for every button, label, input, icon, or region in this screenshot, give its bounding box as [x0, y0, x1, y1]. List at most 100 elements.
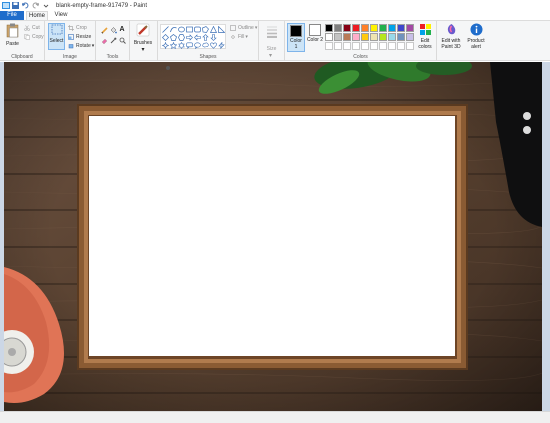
- palette-swatch[interactable]: [325, 33, 333, 41]
- palette-swatch[interactable]: [388, 42, 396, 50]
- select-icon: [51, 24, 62, 35]
- crop-button[interactable]: Crop: [67, 24, 87, 32]
- palette-swatch[interactable]: [334, 42, 342, 50]
- palette-swatch[interactable]: [406, 42, 414, 50]
- canvas-workspace: [0, 62, 550, 423]
- palette-swatch[interactable]: [343, 33, 351, 41]
- shape-triangle-icon[interactable]: [209, 25, 217, 33]
- palette-swatch[interactable]: [361, 24, 369, 32]
- copy-button[interactable]: Copy: [23, 33, 44, 41]
- paste-button[interactable]: Paste: [4, 23, 21, 49]
- rotate-icon: [67, 43, 74, 50]
- shape-five-point-star-icon[interactable]: [169, 41, 177, 49]
- shape-six-point-star-icon[interactable]: [177, 41, 185, 49]
- palette-swatch[interactable]: [370, 42, 378, 50]
- color1-button[interactable]: Color 1: [287, 23, 305, 52]
- color-picker-icon[interactable]: [109, 36, 117, 44]
- shape-right-arrow-icon[interactable]: [185, 33, 193, 41]
- shape-rounded-callout-icon[interactable]: [185, 41, 193, 49]
- palette-swatch[interactable]: [379, 24, 387, 32]
- customize-quick-access-icon[interactable]: [41, 2, 50, 10]
- eraser-icon[interactable]: [100, 36, 108, 44]
- text-tool[interactable]: A: [118, 25, 126, 33]
- shape-right-triangle-icon[interactable]: [217, 25, 225, 33]
- shape-four-point-star-icon[interactable]: [161, 41, 169, 49]
- fill-bucket-icon[interactable]: [109, 26, 117, 34]
- shape-left-arrow-icon[interactable]: [193, 33, 201, 41]
- palette-swatch[interactable]: [379, 42, 387, 50]
- palette-swatch[interactable]: [334, 24, 342, 32]
- cut-button[interactable]: Cut: [23, 24, 40, 32]
- rotate-label: Rotate: [76, 43, 91, 49]
- palette-swatch[interactable]: [343, 24, 351, 32]
- pencil-icon[interactable]: [100, 26, 108, 34]
- palette-swatch[interactable]: [406, 33, 414, 41]
- outline-chevron-down-icon: ▾: [254, 25, 258, 31]
- fill-button[interactable]: Fill ▾: [229, 33, 248, 41]
- shape-line-icon[interactable]: [161, 25, 169, 33]
- outline-button[interactable]: Outline ▾: [229, 24, 257, 32]
- tab-view[interactable]: View: [50, 11, 72, 20]
- palette-swatch[interactable]: [361, 33, 369, 41]
- palette-swatch[interactable]: [325, 42, 333, 50]
- clipboard-group-label: Clipboard: [11, 54, 33, 60]
- select-button[interactable]: Select: [48, 23, 65, 50]
- shape-heart-icon[interactable]: [209, 41, 217, 49]
- brushes-chevron-down-icon: ▾: [141, 47, 145, 53]
- shape-lightning-icon[interactable]: [217, 41, 225, 49]
- product-alert-button[interactable]: Product alert: [464, 23, 488, 53]
- resize-icon: [67, 34, 74, 41]
- shapes-gallery[interactable]: [160, 24, 226, 49]
- palette-swatch[interactable]: [334, 33, 342, 41]
- palette-swatch[interactable]: [352, 42, 360, 50]
- size-group[interactable]: Size ▾: [259, 21, 285, 61]
- drawing-canvas[interactable]: [4, 62, 542, 411]
- copy-label: Copy: [32, 34, 44, 40]
- palette-swatch[interactable]: [388, 33, 396, 41]
- palette-swatch[interactable]: [397, 33, 405, 41]
- palette-swatch[interactable]: [370, 33, 378, 41]
- palette-swatch[interactable]: [325, 24, 333, 32]
- palette-swatch[interactable]: [361, 42, 369, 50]
- shape-oval-icon[interactable]: [177, 25, 185, 33]
- shape-rectangle-icon[interactable]: [185, 25, 193, 33]
- redo-icon[interactable]: [31, 2, 40, 10]
- paint3d-icon: [447, 24, 455, 35]
- brushes-button[interactable]: Brushes ▾: [132, 23, 154, 53]
- edit-with-paint3d-button[interactable]: Edit with Paint 3D: [438, 23, 464, 53]
- palette-swatch[interactable]: [379, 33, 387, 41]
- info-icon: [470, 23, 482, 36]
- palette-swatch[interactable]: [406, 24, 414, 32]
- shape-oval-callout-icon[interactable]: [193, 41, 201, 49]
- color2-button[interactable]: Color 2: [306, 23, 324, 52]
- paint-app-icon: [1, 2, 10, 10]
- shape-cloud-callout-icon[interactable]: [201, 41, 209, 49]
- shape-diamond-icon[interactable]: [161, 33, 169, 41]
- edit-colors-button[interactable]: Edit colors: [415, 23, 435, 53]
- rotate-button[interactable]: Rotate ▾: [67, 42, 94, 50]
- undo-icon[interactable]: [21, 2, 30, 10]
- crop-icon: [67, 25, 74, 32]
- shape-hexagon-icon[interactable]: [177, 33, 185, 41]
- save-icon[interactable]: [11, 2, 20, 10]
- palette-swatch[interactable]: [370, 24, 378, 32]
- shape-down-arrow-icon[interactable]: [209, 33, 217, 41]
- paste-label: Paste: [6, 41, 19, 47]
- palette-swatch[interactable]: [388, 24, 396, 32]
- palette-swatch[interactable]: [352, 24, 360, 32]
- resize-button[interactable]: Resize: [67, 33, 91, 41]
- palette-swatch[interactable]: [352, 33, 360, 41]
- shape-pentagon-icon[interactable]: [169, 33, 177, 41]
- magnifier-icon[interactable]: [118, 36, 126, 44]
- color2-label: Color 2: [306, 37, 324, 43]
- shape-rounded-rectangle-icon[interactable]: [193, 25, 201, 33]
- shape-up-arrow-icon[interactable]: [201, 33, 209, 41]
- tab-file[interactable]: File: [0, 11, 24, 20]
- shape-polygon-icon[interactable]: [201, 25, 209, 33]
- palette-swatch[interactable]: [397, 42, 405, 50]
- palette-swatch[interactable]: [397, 24, 405, 32]
- tools-group-label: Tools: [106, 54, 119, 60]
- palette-swatch[interactable]: [343, 42, 351, 50]
- tab-home[interactable]: Home: [26, 11, 48, 20]
- shape-curve-icon[interactable]: [169, 25, 177, 33]
